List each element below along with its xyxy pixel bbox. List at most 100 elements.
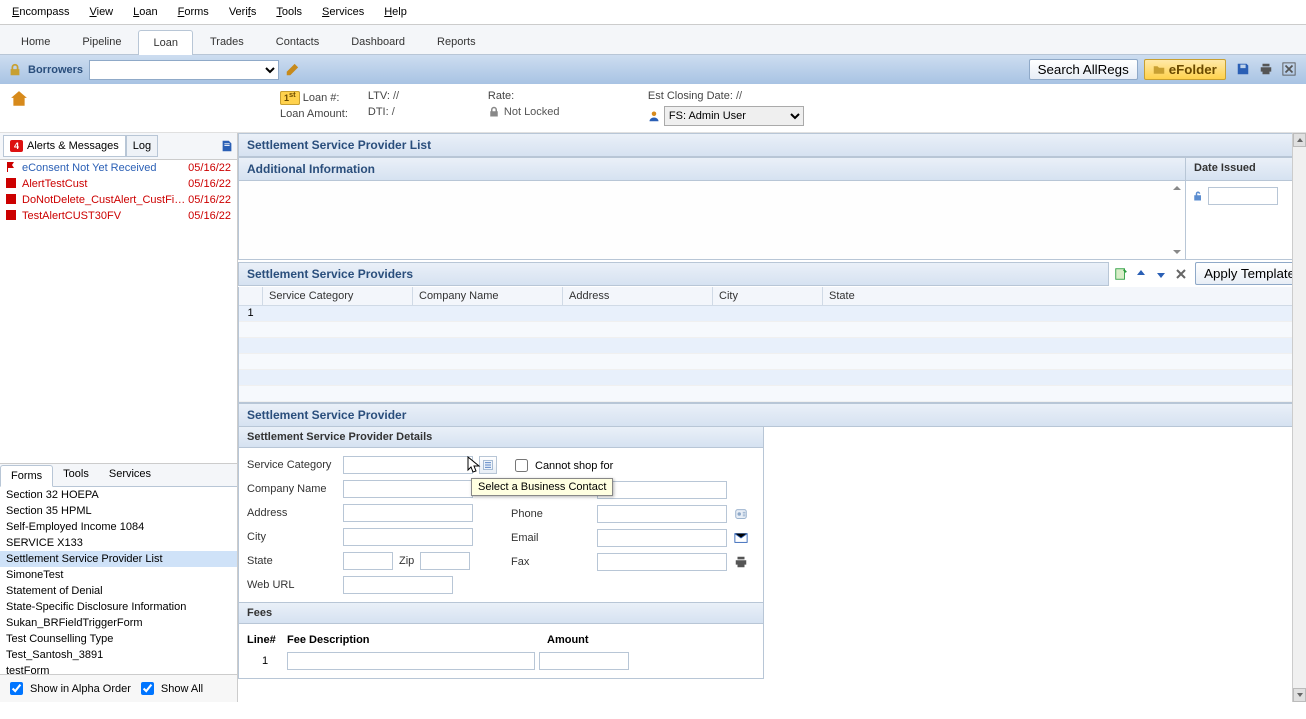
form-item[interactable]: Section 32 HOEPA [0,487,237,503]
borrowers-label: Borrowers [28,64,83,76]
alert-square-icon [6,194,18,206]
form-item[interactable]: Statement of Denial [0,583,237,599]
fax-icon[interactable] [733,554,749,570]
provider-delete-icon[interactable] [1173,266,1189,282]
date-issued-header: Date Issued [1186,157,1306,181]
providers-table: Service Category Company Name Address Ci… [238,287,1306,403]
forms-footer: Show in Alpha Order Show All [0,674,237,702]
fees-header: Fees [239,602,763,624]
table-row[interactable]: 1 [239,306,1305,322]
cannot-shop-checkbox[interactable] [515,459,528,472]
tab-loan[interactable]: Loan [138,30,192,55]
tab-pipeline[interactable]: Pipeline [67,29,136,54]
show-all-checkbox[interactable]: Show All [137,679,203,698]
cursor-icon [467,456,481,474]
borrowers-edit-icon[interactable] [285,63,299,77]
date-issued-input[interactable] [1208,187,1278,205]
provider-details-header: Settlement Service Provider Details [239,427,763,448]
loan-info-bar: 1st Loan #: Loan Amount: LTV: // DTI: / … [0,84,1306,133]
tab-contacts[interactable]: Contacts [261,29,334,54]
contact-name-input[interactable] [597,481,727,499]
address-input[interactable] [343,504,473,522]
fax-input[interactable] [597,553,727,571]
left-tab-tools[interactable]: Tools [53,464,99,486]
provider-down-icon[interactable] [1153,266,1169,282]
email-input[interactable] [597,529,727,547]
forms-list[interactable]: Section 32 HOEPASection 35 HPMLSelf-Empl… [0,487,237,675]
alert-row[interactable]: eConsent Not Yet Received05/16/22 [0,160,237,176]
form-item[interactable]: Test Counselling Type [0,631,237,647]
phone-input[interactable] [597,505,727,523]
provider-details-panel: Settlement Service Provider Details Serv… [238,427,764,679]
form-item[interactable]: State-Specific Disclosure Information [0,599,237,615]
rolodex-icon[interactable] [733,506,749,522]
form-item[interactable]: Self-Employed Income 1084 [0,519,237,535]
tab-home[interactable]: Home [6,29,65,54]
form-item[interactable]: testForm [0,663,237,675]
left-tab-forms[interactable]: Forms [0,465,53,487]
providers-header: Settlement Service Providers [238,262,1109,286]
lien-badge: 1st [280,91,300,105]
fee-row: 1 [247,650,755,672]
state-input[interactable] [343,552,393,570]
table-row[interactable] [239,338,1305,354]
form-item[interactable]: Sukan_BRFieldTriggerForm [0,615,237,631]
provider-up-icon[interactable] [1133,266,1149,282]
tab-trades[interactable]: Trades [195,29,259,54]
alert-row[interactable]: DoNotDelete_CustAlert_CustField05/16/22 [0,192,237,208]
show-alpha-checkbox[interactable]: Show in Alpha Order [6,679,131,698]
form-item[interactable]: SERVICE X133 [0,535,237,551]
right-panel: Settlement Service Provider List Additio… [238,133,1306,702]
vertical-scrollbar[interactable] [1292,133,1306,702]
service-category-lookup-button[interactable] [479,456,497,474]
email-icon[interactable] [733,530,749,546]
left-tab-services[interactable]: Services [99,464,161,486]
alert-row[interactable]: AlertTestCust05/16/22 [0,176,237,192]
zip-input[interactable] [420,552,470,570]
menu-verifs[interactable]: Verifs [225,4,261,20]
borrowers-select[interactable] [89,60,279,80]
company-name-input[interactable] [343,480,473,498]
menu-view[interactable]: View [85,4,117,20]
table-row[interactable] [239,322,1305,338]
main-tabstrip: HomePipelineLoanTradesContactsDashboardR… [0,25,1306,55]
tab-reports[interactable]: Reports [422,29,491,54]
menu-help[interactable]: Help [380,4,411,20]
efolder-button[interactable]: eFolder [1144,59,1226,80]
flag-icon [6,162,18,174]
alerts-tab[interactable]: 4 Alerts & Messages [3,135,126,157]
menu-services[interactable]: Services [318,4,368,20]
form-item[interactable]: Settlement Service Provider List [0,551,237,567]
form-item[interactable]: Test_Santosh_3891 [0,647,237,663]
table-row[interactable] [239,354,1305,370]
city-input[interactable] [343,528,473,546]
menu-forms[interactable]: Forms [174,4,213,20]
additional-info-header: Additional Information [238,157,1186,181]
print-icon[interactable] [1257,60,1275,78]
form-item[interactable]: SimoneTest [0,567,237,583]
provider-add-icon[interactable] [1113,266,1129,282]
form-item[interactable]: Section 35 HPML [0,503,237,519]
admin-user-select[interactable]: FS: Admin User [664,106,804,126]
fee-description-input[interactable] [287,652,535,670]
additional-info-box[interactable] [238,181,1186,260]
weburl-input[interactable] [343,576,453,594]
alerts-export-icon[interactable] [220,139,234,153]
lock-icon [488,106,500,118]
menu-tools[interactable]: Tools [272,4,306,20]
alert-row[interactable]: TestAlertCUST30FV05/16/22 [0,208,237,224]
log-tab[interactable]: Log [126,135,158,157]
menu-encompass[interactable]: Encompass [8,4,73,20]
home-icon[interactable] [10,90,30,110]
fee-amount-input[interactable] [539,652,629,670]
borrowers-bar: Borrowers Search AllRegs eFolder [0,55,1306,84]
search-allregs-button[interactable]: Search AllRegs [1029,59,1138,80]
menu-loan[interactable]: Loan [129,4,161,20]
apply-template-button[interactable]: Apply Template [1195,262,1304,285]
table-row[interactable] [239,370,1305,386]
service-category-input[interactable] [343,456,473,474]
tab-dashboard[interactable]: Dashboard [336,29,420,54]
close-icon[interactable] [1280,60,1298,78]
table-row[interactable] [239,386,1305,402]
save-icon[interactable] [1234,60,1252,78]
